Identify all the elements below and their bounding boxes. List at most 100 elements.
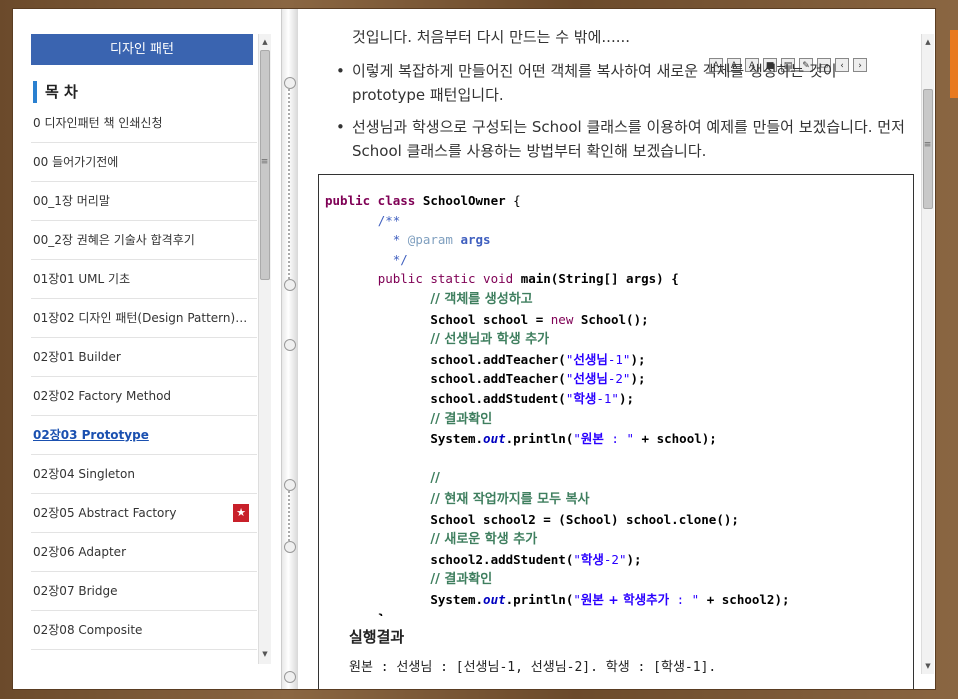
toc-list: 0 디자인패턴 책 인쇄신청 00 들어가기전에 00_1장 머리말 00_2장 권혜…	[31, 104, 257, 650]
toc-item[interactable]: 00_1장 머리말	[31, 182, 257, 221]
result-text: 원본 : 선생님 : [선생님-1, 선생님-2]. 학생 : [학생-1].	[349, 660, 717, 675]
code-token: );	[618, 390, 635, 406]
code-token: public static void	[377, 271, 521, 287]
code-token: School school =	[430, 311, 551, 327]
code-token: : "	[669, 591, 700, 607]
code-token: 원본 + 학생추가	[580, 591, 670, 607]
code-token: School();	[573, 311, 649, 327]
code-text: public class SchoolOwner { /** * @param …	[325, 191, 790, 649]
code-token: "	[573, 551, 581, 567]
binder-stitch	[288, 491, 290, 541]
code-token: -1"	[596, 390, 619, 406]
scroll-down-arrow-icon[interactable]: ▼	[259, 648, 271, 660]
code-token: main	[520, 271, 551, 287]
code-token: /**	[377, 212, 401, 228]
code-token: out	[483, 431, 506, 447]
code-token: "	[573, 431, 581, 447]
side-tab[interactable]	[950, 30, 958, 98]
code-token: school.addTeacher(	[430, 371, 566, 387]
result-heading: 실행결과	[349, 628, 405, 646]
toc-item-label: 02장03 Prototype	[33, 428, 149, 442]
code-token: // 결과확인	[430, 411, 493, 427]
toc-item[interactable]: 02장03 Prototype	[31, 416, 257, 455]
toc-item[interactable]: 00 들어가기전에	[31, 143, 257, 182]
toc-item[interactable]: 00_2장 권혜은 기술사 합격후기	[31, 221, 257, 260]
code-token: 선생님	[573, 351, 608, 367]
toc-item-label: 01장02 디자인 패턴(Design Pattern)의...	[33, 311, 257, 325]
code-token: school2.addStudent(	[430, 551, 574, 567]
code-token: 학생	[580, 551, 604, 567]
code-token: (String[] args) {	[550, 271, 679, 287]
bullet-dot-icon: •	[336, 118, 345, 136]
code-token: */	[385, 251, 408, 267]
toc-item[interactable]: 02장04 Singleton	[31, 455, 257, 494]
content-bullet: • 선생님과 학생으로 구성되는 School 클래스를 이용하여 예제를 만들…	[328, 115, 908, 163]
code-token: SchoolOwner	[422, 193, 506, 208]
code-token: school.addStudent(	[430, 390, 566, 406]
toc-item[interactable]: 02장08 Composite	[31, 611, 257, 650]
toc-pane: 디자인 패턴 목 차 0 디자인패턴 책 인쇄신청 00 들어가기전에 00_1장 …	[13, 9, 281, 689]
book-spine	[281, 9, 299, 689]
binder-ring-icon	[284, 541, 296, 553]
binder-ring-icon	[284, 279, 296, 291]
scroll-grip-icon: ≡	[923, 140, 932, 150]
toc-item-label: 02장05 Abstract Factory	[33, 506, 177, 520]
code-token: 원본	[580, 431, 604, 447]
code-token: // 선생님과 학생 추가	[430, 332, 550, 348]
binder-ring-icon	[284, 671, 296, 683]
book-page: 디자인 패턴 목 차 0 디자인패턴 책 인쇄신청 00 들어가기전에 00_1장 …	[12, 8, 936, 690]
scroll-up-arrow-icon[interactable]: ▲	[259, 36, 271, 48]
code-token: .println(	[505, 431, 574, 447]
toc-item[interactable]: 02장05 Abstract Factory ★	[31, 494, 257, 533]
content-bullet: • 이렇게 복잡하게 만들어진 어떤 객체를 복사하여 새로운 객체를 생성하는…	[328, 59, 908, 107]
toc-item[interactable]: 02장07 Bridge	[31, 572, 257, 611]
code-token: school.addTeacher(	[430, 351, 566, 367]
code-block: public class SchoolOwner { /** * @param …	[318, 174, 914, 646]
code-token: // 객체를 생성하고	[430, 291, 533, 307]
content-scrollbar[interactable]: ▲ ≡ ▼	[921, 34, 934, 674]
code-token: // 결과확인	[430, 572, 493, 588]
bullet-dot-icon: •	[336, 62, 345, 80]
code-token: 학생	[573, 390, 597, 406]
code-token: );	[626, 551, 642, 567]
toc-heading: 목 차	[33, 81, 78, 103]
toc-item[interactable]: 02장01 Builder	[31, 338, 257, 377]
toc-item[interactable]: 01장01 UML 기초	[31, 260, 257, 299]
code-token: args	[452, 232, 491, 248]
code-token: -1"	[607, 351, 631, 367]
toc-item-label: 02장08 Composite	[33, 623, 143, 637]
code-token: -2"	[607, 371, 631, 387]
toc-item-label: 02장01 Builder	[33, 350, 121, 364]
scroll-up-arrow-icon[interactable]: ▲	[922, 36, 934, 48]
toc-item[interactable]: 02장06 Adapter	[31, 533, 257, 572]
code-token: : "	[603, 431, 635, 447]
code-token: );	[630, 351, 646, 367]
code-token: "	[573, 591, 581, 607]
toc-item[interactable]: 0 디자인패턴 책 인쇄신청	[31, 104, 257, 143]
toc-item-label: 02장04 Singleton	[33, 467, 135, 481]
code-token: .println(	[505, 591, 574, 607]
scroll-down-arrow-icon[interactable]: ▼	[922, 660, 934, 672]
binder-stitch	[288, 89, 290, 279]
code-token: // 새로운 학생 추가	[430, 532, 538, 548]
code-token: 선생님	[573, 371, 608, 387]
code-token: School school2 = (School) school.clone()…	[430, 511, 739, 527]
code-token: new	[550, 311, 574, 327]
toc-scrollbar[interactable]: ▲ ≡ ▼	[258, 34, 271, 664]
code-token: -2"	[603, 551, 627, 567]
code-token: {	[505, 193, 521, 208]
toc-item[interactable]: 01장02 디자인 패턴(Design Pattern)의...	[31, 299, 257, 338]
binder-ring-icon	[284, 479, 296, 491]
toc-item-label: 01장01 UML 기초	[33, 272, 131, 286]
bookmark-star-icon[interactable]: ★	[233, 504, 249, 522]
code-token: + school);	[634, 431, 717, 447]
binder-ring-icon	[284, 77, 296, 89]
toc-item[interactable]: 02장02 Factory Method	[31, 377, 257, 416]
code-token: //	[430, 471, 440, 487]
code-token: @param	[407, 232, 453, 248]
toc-title-bar[interactable]: 디자인 패턴	[31, 34, 253, 65]
scroll-grip-icon: ≡	[260, 157, 269, 167]
result-block: 실행결과 원본 : 선생님 : [선생님-1, 선생님-2]. 학생 : [학생…	[318, 616, 914, 689]
bullet-text: 선생님과 학생으로 구성되는 School 클래스를 이용하여 예제를 만들어 …	[352, 118, 905, 160]
code-token: + school2);	[699, 591, 790, 607]
